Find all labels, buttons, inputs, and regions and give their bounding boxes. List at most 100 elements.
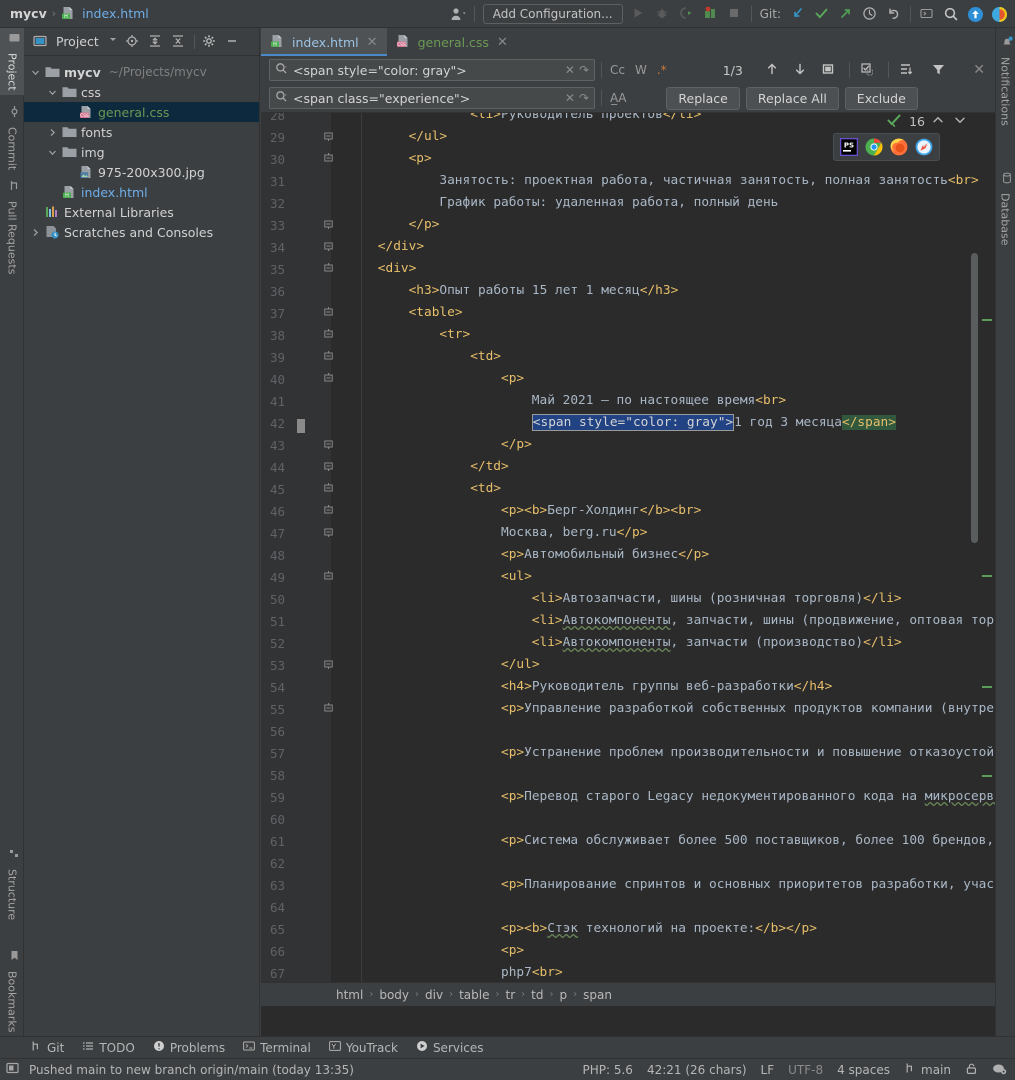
search-history-icon[interactable]: ↷ — [579, 91, 589, 105]
code-line[interactable]: <p><b>Стэк технологий на проекте:</b></p… — [501, 921, 817, 936]
minimize-icon[interactable] — [225, 34, 241, 50]
tool-window-youtrack[interactable]: YouTrack — [328, 1040, 398, 1056]
chevron-right-icon[interactable] — [47, 128, 58, 137]
gear-icon[interactable] — [202, 34, 218, 50]
code-folding-marker[interactable] — [323, 438, 334, 453]
code-folding-marker[interactable] — [323, 218, 334, 233]
code-line[interactable]: <p><b>Берг-Холдинг</b><br> — [501, 503, 701, 518]
code-line[interactable]: </p> — [501, 437, 532, 452]
replace-input-box[interactable]: <span class="experience"> ✕ ↷ — [269, 87, 595, 109]
project-name[interactable]: mycv — [10, 6, 47, 21]
sidebar-item-pull-requests[interactable]: Pull Requests — [0, 176, 24, 278]
search-everywhere-icon[interactable] — [943, 6, 959, 22]
code-line[interactable]: <table> — [409, 305, 463, 320]
tool-window-terminal[interactable]: Terminal — [243, 1040, 311, 1056]
code-line[interactable]: <ul> — [501, 569, 532, 584]
unlocked-icon[interactable] — [965, 1062, 978, 1078]
breadcrumb-item[interactable]: td — [531, 988, 543, 1002]
tree-node[interactable]: 975-200x300.jpg — [24, 162, 259, 182]
code-line[interactable]: <li>Руководитель проектов</li> — [470, 113, 701, 122]
chevron-down-icon[interactable] — [108, 34, 118, 50]
code-line[interactable]: </td> — [470, 459, 509, 474]
sidebar-item-commit[interactable]: Commit — [0, 102, 24, 174]
browser-preview-popup[interactable]: PS — [833, 133, 940, 161]
tool-window-todo[interactable]: TODO — [82, 1040, 135, 1056]
search-history-icon[interactable]: ↷ — [579, 63, 589, 77]
replace-input[interactable]: <span class="experience"> — [293, 91, 560, 106]
stop-icon[interactable] — [727, 6, 743, 22]
breadcrumb-item[interactable]: div — [425, 988, 443, 1002]
rollback-icon[interactable] — [886, 6, 902, 22]
tree-node[interactable]: Scratches and Consoles — [24, 222, 259, 242]
git-push-icon[interactable] — [838, 6, 854, 22]
git-branch-indicator[interactable]: main — [904, 1062, 951, 1078]
code-line[interactable]: Москва, berg.ru</p> — [501, 525, 647, 540]
breadcrumb-item[interactable]: tr — [506, 988, 516, 1002]
replace-button[interactable]: Replace — [666, 86, 740, 110]
code-line[interactable]: <td> — [470, 481, 501, 496]
history-icon[interactable] — [862, 6, 878, 22]
run-with-coverage-icon[interactable] — [679, 6, 695, 22]
search-input[interactable]: <span style="color: gray"> — [293, 63, 560, 78]
code-line[interactable]: <p>Устранение проблем производительности… — [501, 745, 995, 760]
tab-general-css[interactable]: CSS general.css ✕ — [387, 28, 517, 56]
breadcrumb-item[interactable]: table — [459, 988, 489, 1002]
arrow-up-icon[interactable] — [765, 62, 781, 78]
sidebar-item-project[interactable]: Project — [0, 28, 24, 95]
breadcrumb-item[interactable]: p — [559, 988, 567, 1002]
code-line[interactable]: </ul> — [501, 657, 540, 672]
code-editor[interactable]: 28 29 30 31 32 33 34 35 36 37 38 39 40 41 42 43 44 45 46 47… — [261, 113, 995, 1006]
filter-icon[interactable] — [931, 62, 947, 78]
close-find-panel-icon[interactable]: ✕ — [973, 62, 991, 78]
git-update-project-icon[interactable] — [790, 6, 806, 22]
tree-node[interactable]: External Libraries — [24, 202, 259, 222]
code-line[interactable]: </p> — [409, 217, 440, 232]
inspections-widget[interactable]: 16 — [887, 113, 969, 129]
code-line[interactable]: <h3>Опыт работы 15 лет 1 месяц</h3> — [409, 283, 679, 298]
encoding-indicator[interactable]: UTF-8 — [788, 1063, 823, 1077]
error-stripe-mark[interactable] — [982, 686, 992, 688]
code-folding-marker[interactable] — [323, 306, 334, 321]
vertical-scrollbar[interactable] — [971, 253, 978, 543]
collapse-all-icon[interactable] — [171, 34, 187, 50]
code-line[interactable]: <p> — [501, 371, 524, 386]
caret-position-indicator[interactable]: 42:21 (26 chars) — [647, 1063, 747, 1077]
code-line[interactable]: </ul> — [409, 129, 448, 144]
code-folding-marker[interactable] — [323, 240, 334, 255]
tree-node[interactable]: css — [24, 82, 259, 102]
code-folding-marker[interactable] — [323, 702, 334, 717]
code-folding-marker[interactable] — [323, 262, 334, 277]
chevron-right-icon[interactable] — [30, 228, 41, 237]
tree-node[interactable]: img — [24, 142, 259, 162]
debug-icon[interactable] — [655, 6, 671, 22]
tab-index-html[interactable]: H index.html ✕ — [261, 28, 387, 56]
tree-node[interactable]: mycv ~/Projects/mycv — [24, 62, 259, 82]
breadcrumb-item[interactable]: span — [583, 988, 612, 1002]
profiler-icon[interactable] — [703, 6, 719, 22]
sidebar-item-bookmarks[interactable]: Bookmarks — [0, 946, 24, 1036]
current-file-name[interactable]: index.html — [82, 6, 149, 21]
code-folding-marker[interactable] — [323, 526, 334, 541]
close-icon[interactable]: ✕ — [497, 35, 508, 50]
expand-all-icon[interactable] — [148, 34, 164, 50]
search-icon[interactable] — [275, 90, 288, 106]
code-line[interactable]: <span style="color: gray">1 год 3 месяца… — [531, 414, 896, 431]
code-line[interactable]: <p> — [501, 943, 524, 958]
exclude-button[interactable]: Exclude — [844, 86, 918, 110]
line-separator-indicator[interactable]: LF — [761, 1063, 775, 1077]
scroll-from-source-icon[interactable] — [125, 34, 141, 50]
code-line[interactable]: <td> — [470, 349, 501, 364]
run-icon[interactable] — [631, 6, 647, 22]
tree-node[interactable]: CSS general.css — [24, 102, 259, 122]
code-folding-marker[interactable] — [323, 152, 334, 167]
code-folding-marker[interactable] — [323, 328, 334, 343]
chevron-down-icon[interactable] — [30, 68, 41, 77]
chevron-up-icon[interactable] — [931, 113, 947, 129]
preserve-case-icon[interactable] — [899, 62, 915, 78]
code-line[interactable]: <li>Автокомпоненты, запчасти (производст… — [532, 635, 902, 650]
close-icon[interactable]: ✕ — [367, 35, 378, 50]
whole-words-toggle[interactable]: W — [633, 63, 649, 77]
error-stripe-mark[interactable] — [982, 775, 992, 777]
error-stripe-mark[interactable] — [982, 575, 992, 577]
code-line[interactable]: <p>Управление разработкой собственных пр… — [501, 701, 995, 716]
